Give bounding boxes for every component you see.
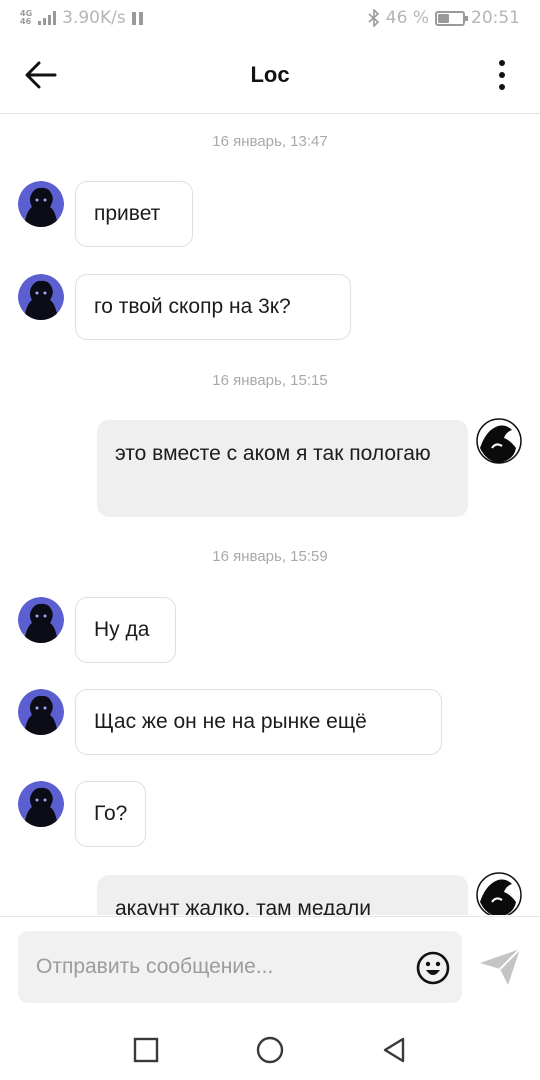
battery-percent: 46 % — [385, 8, 429, 28]
contact-avatar[interactable] — [18, 274, 64, 320]
arrow-left-icon — [25, 61, 57, 89]
avatar-image — [476, 418, 522, 464]
message-bubble[interactable]: Щас же он не на рынке ещё — [75, 689, 442, 755]
date-separator: 16 январь, 15:59 — [212, 548, 328, 565]
network-type-icon: 4G 46 — [20, 10, 32, 26]
chat-title: Loc — [250, 61, 290, 87]
status-bar: 4G 46 3.90K/s 46 % 20:51 — [0, 0, 540, 36]
clock: 20:51 — [471, 8, 520, 28]
user-avatar[interactable] — [476, 418, 522, 464]
avatar-image — [18, 181, 64, 227]
message-bubble[interactable]: Го? — [75, 781, 146, 847]
message-composer — [0, 916, 540, 1020]
message-list[interactable]: 16 январь, 13:47 привет го твой скопр на… — [0, 115, 540, 915]
more-options-button[interactable] — [490, 56, 514, 94]
battery-fill — [438, 13, 449, 23]
network-speed: 3.90K/s — [62, 8, 126, 28]
date-separator: 16 январь, 15:15 — [212, 372, 328, 389]
paper-plane-icon[interactable] — [478, 947, 522, 987]
network-sub-label: 46 — [20, 17, 32, 26]
contact-avatar[interactable] — [18, 597, 64, 643]
message-input[interactable] — [18, 931, 408, 1003]
battery-icon — [435, 10, 468, 26]
user-avatar[interactable] — [476, 872, 522, 915]
recents-button[interactable] — [130, 1034, 162, 1066]
circle-icon — [256, 1036, 284, 1064]
status-right: 46 % 20:51 — [368, 8, 520, 28]
chat-header: Loc — [0, 36, 540, 114]
system-nav-bar — [0, 1020, 540, 1080]
home-button[interactable] — [254, 1034, 286, 1066]
message-bubble[interactable]: го твой скопр на 3к? — [75, 274, 351, 340]
message-input-box[interactable] — [18, 931, 462, 1003]
nav-back-button[interactable] — [378, 1034, 410, 1066]
vertical-dots-icon — [499, 60, 505, 66]
smiley-icon[interactable] — [416, 951, 450, 985]
message-bubble[interactable]: акаунт жалко, там медали — [97, 875, 468, 915]
contact-avatar[interactable] — [18, 181, 64, 227]
avatar-image — [18, 689, 64, 735]
signal-icon — [38, 11, 57, 25]
avatar-image — [18, 781, 64, 827]
avatar-image — [18, 274, 64, 320]
triangle-back-icon — [383, 1037, 405, 1063]
contact-avatar[interactable] — [18, 781, 64, 827]
message-bubble[interactable]: Ну да — [75, 597, 176, 663]
contact-avatar[interactable] — [18, 689, 64, 735]
message-bubble[interactable]: привет — [75, 181, 193, 247]
date-separator: 16 январь, 13:47 — [212, 133, 328, 150]
message-bubble[interactable]: это вместе с аком я так пологаю — [97, 420, 468, 517]
bluetooth-icon — [368, 9, 379, 27]
avatar-image — [18, 597, 64, 643]
back-button[interactable] — [22, 56, 60, 94]
avatar-image — [476, 872, 522, 915]
status-left: 4G 46 3.90K/s — [20, 8, 143, 28]
pause-icon — [131, 11, 143, 25]
square-icon — [133, 1037, 159, 1063]
